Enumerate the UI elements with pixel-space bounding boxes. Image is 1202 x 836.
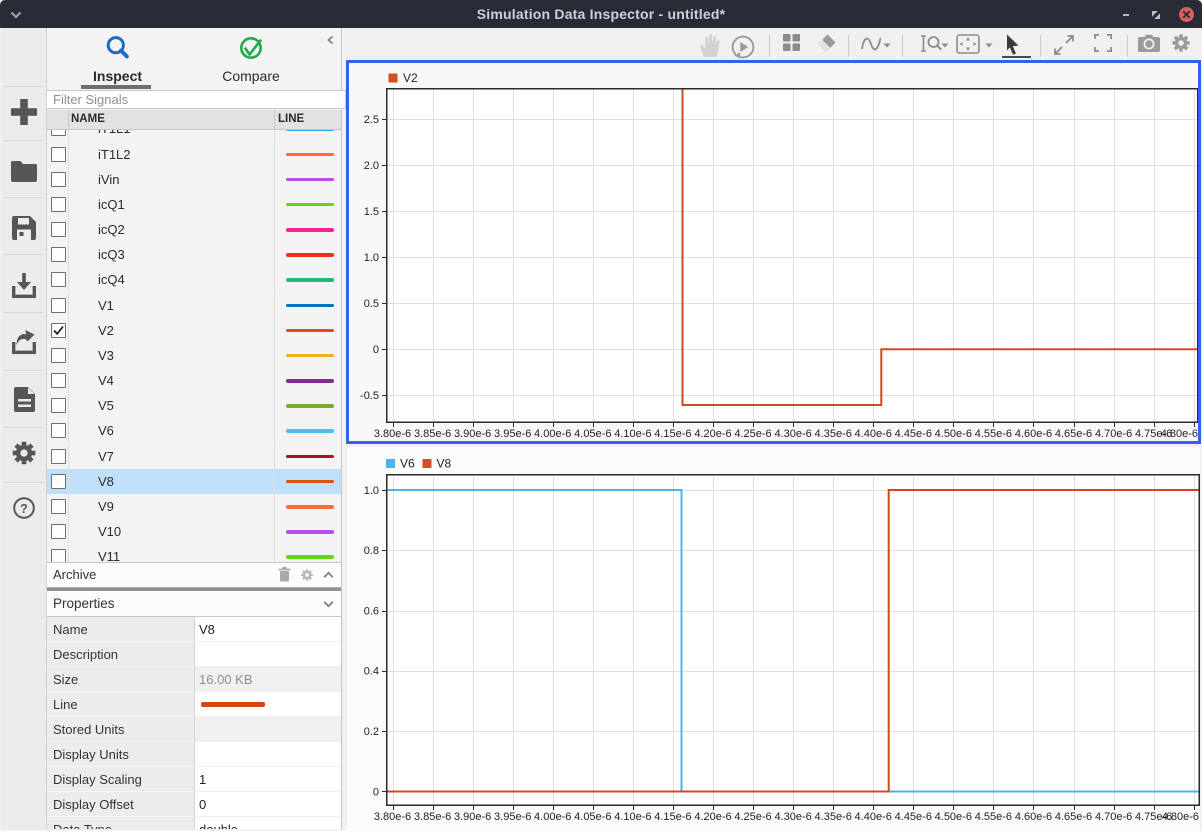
svg-text:?: ?: [20, 502, 28, 516]
svg-text:4.15e-6: 4.15e-6: [654, 811, 691, 823]
svg-text:1.5: 1.5: [364, 206, 379, 218]
svg-text:4.40e-6: 4.40e-6: [855, 428, 892, 440]
svg-text:0.4: 0.4: [364, 666, 379, 678]
svg-text:4.05e-6: 4.05e-6: [574, 811, 611, 823]
svg-text:4.55e-6: 4.55e-6: [975, 811, 1012, 823]
svg-text:3.85e-6: 3.85e-6: [414, 428, 451, 440]
svg-text:4.45e-6: 4.45e-6: [895, 428, 932, 440]
svg-text:0: 0: [373, 344, 379, 356]
svg-text:4.50e-6: 4.50e-6: [935, 811, 972, 823]
svg-text:V2: V2: [403, 71, 418, 85]
svg-text:0.6: 0.6: [364, 605, 379, 617]
svg-text:0.8: 0.8: [364, 545, 379, 557]
svg-text:3.85e-6: 3.85e-6: [414, 811, 451, 823]
svg-text:0.2: 0.2: [364, 726, 379, 738]
svg-text:V6: V6: [400, 457, 415, 471]
svg-text:4.35e-6: 4.35e-6: [815, 428, 852, 440]
svg-text:4.20e-6: 4.20e-6: [694, 428, 731, 440]
svg-text:4.65e-6: 4.65e-6: [1055, 811, 1092, 823]
svg-text:1.0: 1.0: [364, 252, 379, 264]
svg-text:4.00e-6: 4.00e-6: [534, 811, 571, 823]
svg-text:4.55e-6: 4.55e-6: [975, 428, 1012, 440]
svg-text:4.45e-6: 4.45e-6: [895, 811, 932, 823]
svg-text:2.5: 2.5: [364, 114, 379, 126]
svg-text:4.25e-6: 4.25e-6: [734, 811, 771, 823]
svg-text:4.80e-6: 4.80e-6: [1161, 428, 1198, 440]
svg-text:3.90e-6: 3.90e-6: [454, 428, 491, 440]
svg-text:3.90e-6: 3.90e-6: [454, 811, 491, 823]
svg-text:4.10e-6: 4.10e-6: [614, 811, 651, 823]
svg-text:4.80e-6: 4.80e-6: [1162, 811, 1199, 823]
svg-text:V8: V8: [437, 457, 452, 471]
svg-text:4.70e-6: 4.70e-6: [1095, 428, 1132, 440]
svg-text:4.30e-6: 4.30e-6: [774, 428, 811, 440]
svg-text:4.60e-6: 4.60e-6: [1015, 811, 1052, 823]
svg-text:4.25e-6: 4.25e-6: [734, 428, 771, 440]
svg-text:4.50e-6: 4.50e-6: [935, 428, 972, 440]
svg-text:4.05e-6: 4.05e-6: [574, 428, 611, 440]
svg-text:4.10e-6: 4.10e-6: [614, 428, 651, 440]
svg-text:3.95e-6: 3.95e-6: [494, 811, 531, 823]
svg-text:4.20e-6: 4.20e-6: [694, 811, 731, 823]
svg-text:1.0: 1.0: [364, 485, 379, 497]
svg-text:4.65e-6: 4.65e-6: [1055, 428, 1092, 440]
svg-text:0: 0: [373, 786, 379, 798]
svg-text:0.5: 0.5: [364, 298, 379, 310]
svg-text:3.80e-6: 3.80e-6: [374, 811, 411, 823]
svg-text:3.95e-6: 3.95e-6: [494, 428, 531, 440]
svg-text:4.30e-6: 4.30e-6: [774, 811, 811, 823]
svg-text:4.35e-6: 4.35e-6: [815, 811, 852, 823]
svg-text:2.0: 2.0: [364, 160, 379, 172]
svg-text:4.40e-6: 4.40e-6: [855, 811, 892, 823]
svg-text:4.00e-6: 4.00e-6: [534, 428, 571, 440]
svg-text:3.80e-6: 3.80e-6: [374, 428, 411, 440]
svg-text:4.15e-6: 4.15e-6: [654, 428, 691, 440]
svg-text:4.60e-6: 4.60e-6: [1015, 428, 1052, 440]
svg-text:-0.5: -0.5: [360, 390, 379, 402]
svg-text:4.70e-6: 4.70e-6: [1095, 811, 1132, 823]
